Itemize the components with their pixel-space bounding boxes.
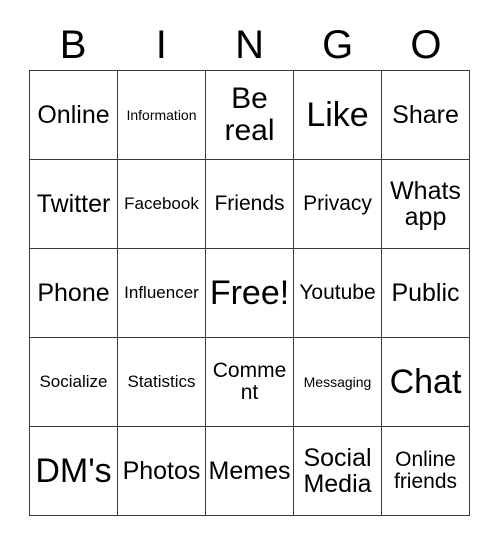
bingo-cell-label: Influencer [124,282,199,302]
bingo-header-letter-b: B [59,23,87,67]
bingo-cell-label: Social Media [303,443,372,498]
bingo-cell[interactable]: Online friends [382,427,470,516]
bingo-cell-label: Whats app [390,176,461,231]
bingo-cell[interactable]: Whats app [382,160,470,249]
bingo-cell-label: Be real [224,82,275,147]
bingo-cell[interactable]: Share [382,71,470,160]
bingo-cell[interactable]: Statistics [118,338,206,427]
bingo-cell[interactable]: Public [382,249,470,338]
bingo-grid: Online Information Be real Like Share Twitter… [29,70,470,516]
bingo-cell[interactable]: Comment [206,338,294,427]
bingo-cell-label: Public [391,278,460,307]
bingo-cell-label: Socialize [39,371,108,391]
bingo-cell-label: DM's [35,451,112,490]
bingo-cell-label: Facebook [124,193,199,213]
bingo-cell[interactable]: Information [118,71,206,160]
bingo-card: B I N G O Online Information Be real Like Sh… [0,0,500,544]
bingo-cell[interactable]: Like [294,71,382,160]
bingo-cell-label: Online friends [393,447,458,493]
bingo-cell-label: Friends [214,191,285,215]
bingo-cell[interactable]: Privacy [294,160,382,249]
bingo-cell-label: Messaging [303,373,372,390]
bingo-header-letter-g: G [322,23,354,67]
bingo-header-row: B I N G O [29,22,470,68]
bingo-cell-free-space[interactable]: Free! [206,249,294,338]
bingo-header-letter-n: N [235,23,264,67]
bingo-cell[interactable]: Messaging [294,338,382,427]
bingo-cell-label: Free! [209,273,290,312]
bingo-cell[interactable]: Social Media [294,427,382,516]
bingo-cell[interactable]: Friends [206,160,294,249]
bingo-cell-label: Youtube [299,280,376,304]
bingo-cell-label: Privacy [303,191,372,215]
bingo-cell-label: Memes [208,456,291,485]
bingo-cell-label: Information [126,106,197,123]
bingo-cell-label: Comment [212,358,287,404]
bingo-cell-label: Phone [37,278,110,307]
bingo-cell-label: Share [392,100,459,129]
bingo-cell[interactable]: Online [30,71,118,160]
bingo-cell-label: Like [306,95,369,134]
bingo-cell[interactable]: Socialize [30,338,118,427]
bingo-cell[interactable]: Photos [118,427,206,516]
bingo-cell[interactable]: Phone [30,249,118,338]
bingo-cell[interactable]: DM's [30,427,118,516]
bingo-cell-label: Chat [389,362,462,401]
bingo-cell[interactable]: Twitter [30,160,118,249]
bingo-cell[interactable]: Be real [206,71,294,160]
bingo-cell[interactable]: Memes [206,427,294,516]
bingo-cell[interactable]: Influencer [118,249,206,338]
bingo-cell-label: Statistics [127,371,196,391]
bingo-cell-label: Twitter [36,189,111,218]
bingo-cell[interactable]: Chat [382,338,470,427]
bingo-cell-label: Online [37,100,110,129]
bingo-header-letter-o: O [410,23,442,67]
bingo-header-letter-i: I [155,23,167,67]
bingo-cell[interactable]: Youtube [294,249,382,338]
bingo-cell[interactable]: Facebook [118,160,206,249]
bingo-cell-label: Photos [122,456,201,485]
